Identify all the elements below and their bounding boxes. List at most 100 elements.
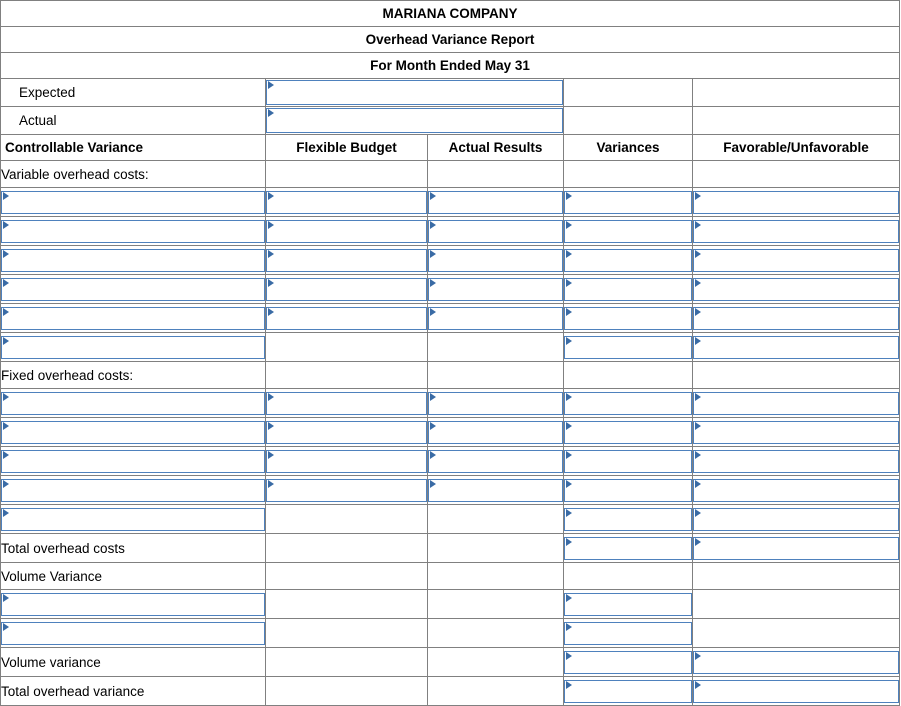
variable-row-1-flexible-budget-field[interactable] [267, 191, 426, 213]
actual-input-field[interactable] [267, 109, 562, 132]
variable-row-5-favunfav-field[interactable] [694, 307, 899, 329]
fixed-row-1-flexible-budget-input[interactable] [266, 391, 427, 415]
fixed-subtotal-favunfav-input[interactable] [693, 507, 900, 531]
fixed-subtotal-favunfav-cell[interactable] [691, 504, 901, 534]
fixed-row-1-controllable-variance-field[interactable] [2, 392, 264, 414]
variable-subtotal-favunfav-field[interactable] [694, 336, 899, 358]
expected-input-field[interactable] [267, 81, 562, 104]
fixed-row-3-controllable-variance-field[interactable] [2, 450, 264, 472]
variable-subtotal-variances-input[interactable] [564, 335, 692, 359]
fixed-row-1-variances-cell[interactable] [563, 388, 693, 418]
volume-variance-favunfav-field[interactable] [694, 651, 899, 673]
fixed-row-3-actual-results-cell[interactable] [427, 446, 564, 476]
expected-input[interactable] [266, 80, 563, 105]
variable-row-4-variances-cell[interactable] [563, 274, 693, 304]
volume-variance-variances-input[interactable] [564, 650, 692, 674]
fixed-row-2-controllable-variance-field[interactable] [2, 421, 264, 443]
total-overhead-costs-favunfav-field[interactable] [694, 537, 899, 559]
variable-row-1-controllable-variance-field[interactable] [2, 191, 264, 213]
variable-row-2-flexible-budget-field[interactable] [267, 220, 426, 242]
variable-row-2-variances-cell[interactable] [563, 216, 693, 246]
variable-subtotal-variances-cell[interactable] [563, 332, 693, 362]
volume-row-1-variances-field[interactable] [565, 593, 691, 615]
variable-row-4-flexible-budget-input[interactable] [266, 277, 427, 301]
variable-row-1-controllable-variance-cell[interactable] [0, 187, 266, 217]
variable-row-1-favunfav-input[interactable] [693, 190, 900, 214]
total-overhead-variance-variances-input[interactable] [564, 679, 692, 703]
fixed-row-3-favunfav-cell[interactable] [691, 446, 901, 476]
variable-row-1-variances-input[interactable] [564, 190, 692, 214]
variable-subtotal-controllable-variance-input[interactable] [1, 335, 265, 359]
variable-row-2-variances-field[interactable] [565, 220, 691, 242]
fixed-row-2-actual-results-cell[interactable] [427, 417, 564, 447]
fixed-row-1-favunfav-input[interactable] [693, 391, 900, 415]
variable-row-5-actual-results-field[interactable] [429, 307, 562, 329]
variable-row-5-flexible-budget-cell[interactable] [265, 303, 428, 333]
variable-row-1-actual-results-cell[interactable] [427, 187, 564, 217]
fixed-subtotal-favunfav-field[interactable] [694, 508, 899, 530]
volume-row-1-variances-cell[interactable] [563, 589, 693, 619]
fixed-subtotal-variances-cell[interactable] [563, 504, 693, 534]
volume-row-2-variances-cell[interactable] [563, 618, 693, 648]
volume-row-2-variances-input[interactable] [564, 621, 692, 645]
fixed-row-3-variances-field[interactable] [565, 450, 691, 472]
volume-row-2-controllable-variance-field[interactable] [2, 622, 264, 644]
fixed-row-2-actual-results-input[interactable] [428, 420, 563, 444]
variable-row-5-favunfav-cell[interactable] [691, 303, 901, 333]
fixed-subtotal-variances-field[interactable] [565, 508, 691, 530]
volume-row-2-variances-field[interactable] [565, 622, 691, 644]
variable-row-2-variances-input[interactable] [564, 219, 692, 243]
variable-row-4-actual-results-input[interactable] [428, 277, 563, 301]
fixed-subtotal-controllable-variance-cell[interactable] [0, 504, 266, 534]
fixed-row-4-flexible-budget-cell[interactable] [265, 475, 428, 505]
variable-row-2-actual-results-cell[interactable] [427, 216, 564, 246]
volume-variance-favunfav-cell[interactable] [691, 647, 901, 677]
fixed-subtotal-controllable-variance-field[interactable] [2, 508, 264, 530]
fixed-row-3-flexible-budget-input[interactable] [266, 449, 427, 473]
variable-row-3-actual-results-cell[interactable] [427, 245, 564, 275]
variable-row-3-controllable-variance-input[interactable] [1, 248, 265, 272]
fixed-row-3-controllable-variance-cell[interactable] [0, 446, 266, 476]
variable-subtotal-controllable-variance-field[interactable] [2, 336, 264, 358]
total-overhead-costs-variances-cell[interactable] [563, 533, 693, 563]
variable-row-1-variances-cell[interactable] [563, 187, 693, 217]
fixed-row-3-flexible-budget-cell[interactable] [265, 446, 428, 476]
fixed-row-1-flexible-budget-field[interactable] [267, 392, 426, 414]
fixed-row-1-favunfav-field[interactable] [694, 392, 899, 414]
fixed-row-1-variances-field[interactable] [565, 392, 691, 414]
variable-row-5-controllable-variance-input[interactable] [1, 306, 265, 330]
variable-row-2-flexible-budget-input[interactable] [266, 219, 427, 243]
fixed-row-2-favunfav-input[interactable] [693, 420, 900, 444]
fixed-subtotal-controllable-variance-input[interactable] [1, 507, 265, 531]
volume-row-2-controllable-variance-cell[interactable] [0, 618, 266, 648]
fixed-row-1-actual-results-field[interactable] [429, 392, 562, 414]
variable-row-4-controllable-variance-field[interactable] [2, 278, 264, 300]
variable-row-2-controllable-variance-cell[interactable] [0, 216, 266, 246]
fixed-row-3-favunfav-field[interactable] [694, 450, 899, 472]
variable-row-3-flexible-budget-cell[interactable] [265, 245, 428, 275]
variable-row-4-actual-results-cell[interactable] [427, 274, 564, 304]
actual-input[interactable] [266, 108, 563, 133]
variable-row-4-controllable-variance-input[interactable] [1, 277, 265, 301]
total-overhead-variance-variances-cell[interactable] [563, 676, 693, 706]
variable-row-5-actual-results-cell[interactable] [427, 303, 564, 333]
variable-row-5-controllable-variance-cell[interactable] [0, 303, 266, 333]
fixed-row-4-variances-input[interactable] [564, 478, 692, 502]
variable-row-3-favunfav-field[interactable] [694, 249, 899, 271]
variable-row-4-favunfav-field[interactable] [694, 278, 899, 300]
variable-subtotal-favunfav-input[interactable] [693, 335, 900, 359]
fixed-row-3-variances-cell[interactable] [563, 446, 693, 476]
variable-row-3-variances-field[interactable] [565, 249, 691, 271]
variable-row-4-flexible-budget-cell[interactable] [265, 274, 428, 304]
fixed-row-1-variances-input[interactable] [564, 391, 692, 415]
expected-input-cell[interactable] [265, 78, 564, 107]
fixed-row-3-flexible-budget-field[interactable] [267, 450, 426, 472]
volume-variance-variances-field[interactable] [565, 651, 691, 673]
fixed-subtotal-variances-input[interactable] [564, 507, 692, 531]
fixed-row-3-favunfav-input[interactable] [693, 449, 900, 473]
variable-row-3-controllable-variance-field[interactable] [2, 249, 264, 271]
variable-subtotal-controllable-variance-cell[interactable] [0, 332, 266, 362]
fixed-row-4-variances-cell[interactable] [563, 475, 693, 505]
variable-row-2-favunfav-cell[interactable] [691, 216, 901, 246]
fixed-row-2-controllable-variance-cell[interactable] [0, 417, 266, 447]
